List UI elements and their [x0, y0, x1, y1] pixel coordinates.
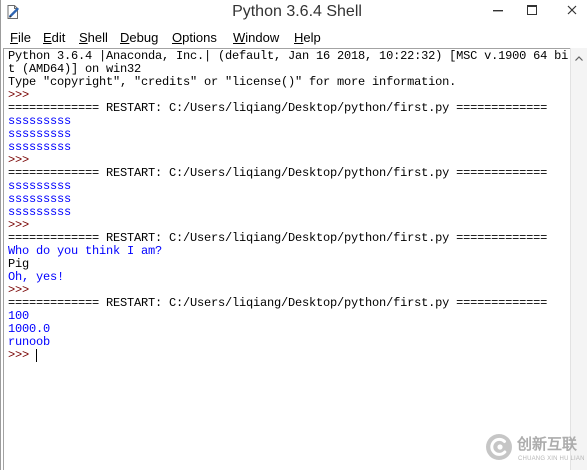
- menu-window[interactable]: Window: [233, 29, 279, 47]
- scroll-up-arrow-icon: [575, 48, 583, 66]
- output-line: sssssssss: [8, 127, 72, 141]
- maximize-icon: [527, 2, 537, 20]
- minimize-button[interactable]: [484, 0, 512, 22]
- menu-bar: File Edit Shell Debug Options Window Hel…: [1, 28, 587, 48]
- menu-options[interactable]: Options: [172, 29, 217, 47]
- active-prompt-line[interactable]: >>>: [8, 349, 568, 362]
- shell-output: Python 3.6.4 |Anaconda, Inc.| (default, …: [8, 50, 568, 362]
- output-line: Oh, yes!: [8, 270, 65, 284]
- shell-text-area[interactable]: Python 3.6.4 |Anaconda, Inc.| (default, …: [3, 48, 570, 470]
- output-line: 100: [8, 309, 30, 323]
- watermark-subtitle: CHUANG XIN HU LIAN: [518, 456, 584, 462]
- output-line: sssssssss: [8, 205, 72, 219]
- minimize-icon: [493, 2, 503, 20]
- title-bar[interactable]: Python 3.6.4 Shell: [1, 0, 587, 28]
- output-line: runoob: [8, 335, 51, 349]
- banner-help-line: Type "copyright", "credits" or "license(…: [8, 75, 457, 89]
- watermark-text: 创新互联: [517, 435, 578, 453]
- maximize-button[interactable]: [518, 0, 546, 22]
- input-line: Pig: [8, 257, 30, 271]
- output-line: Who do you think I am?: [8, 244, 163, 258]
- menu-help[interactable]: Help: [294, 29, 321, 47]
- vertical-scrollbar[interactable]: [570, 48, 587, 470]
- close-button[interactable]: [556, 0, 587, 22]
- restart-line: ============= RESTART: C:/Users/liqiang/…: [8, 101, 548, 115]
- prompt: >>>: [8, 348, 37, 362]
- watermark: 创新互联 CHUANG XIN HU LIAN: [485, 430, 585, 466]
- text-cursor: [36, 349, 38, 362]
- menu-edit[interactable]: Edit: [43, 29, 65, 47]
- menu-file[interactable]: File: [10, 29, 31, 47]
- restart-line: ============= RESTART: C:/Users/liqiang/…: [8, 166, 548, 180]
- idle-shell-window: Python 3.6.4 Shell File Edit Shell Debug…: [0, 0, 587, 470]
- menu-debug[interactable]: Debug: [120, 29, 158, 47]
- output-line: sssssssss: [8, 140, 72, 154]
- restart-line: ============= RESTART: C:/Users/liqiang/…: [8, 296, 548, 310]
- close-icon: [567, 2, 577, 20]
- output-line: 1000.0: [8, 322, 51, 336]
- scroll-up-button[interactable]: [571, 48, 587, 65]
- output-line: sssssssss: [8, 114, 72, 128]
- output-line: sssssssss: [8, 179, 72, 193]
- output-line: sssssssss: [8, 192, 72, 206]
- menu-shell[interactable]: Shell: [79, 29, 108, 47]
- watermark-logo-icon: [485, 433, 513, 461]
